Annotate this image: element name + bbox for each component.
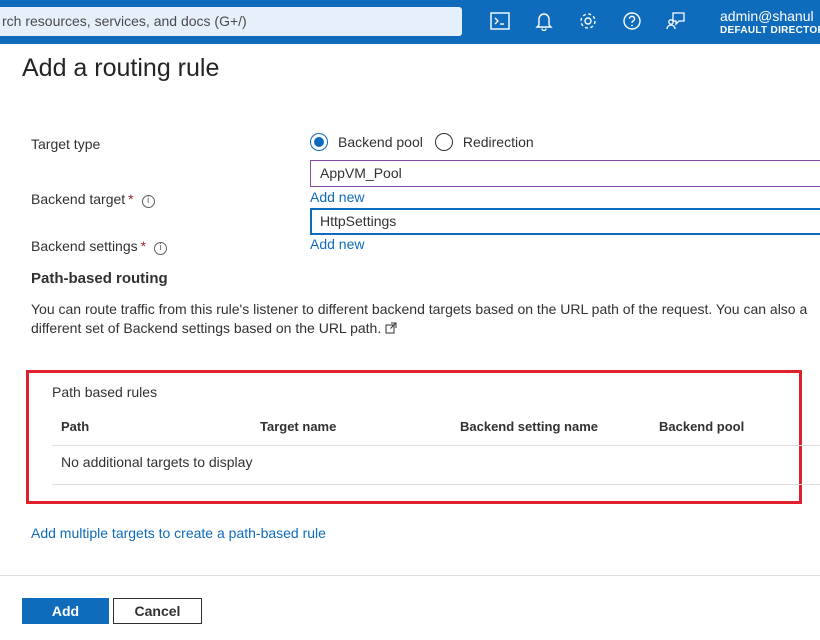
account-name: admin@shanul bbox=[720, 8, 814, 24]
path-routing-description: You can route traffic from this rule's l… bbox=[31, 300, 820, 339]
feedback-icon[interactable] bbox=[663, 8, 689, 34]
required-mark: * bbox=[128, 191, 134, 207]
column-header-backend-pool: Backend pool bbox=[659, 419, 745, 434]
path-routing-description-text: You can route traffic from this rule's l… bbox=[31, 301, 808, 336]
backend-settings-label-text: Backend settings bbox=[31, 238, 138, 254]
radio-backend-pool[interactable] bbox=[310, 133, 328, 151]
backend-target-label: Backend target * i bbox=[31, 191, 155, 208]
account-directory: DEFAULT DIRECTORY bbox=[720, 25, 820, 36]
add-multiple-targets-link[interactable]: Add multiple targets to create a path-ba… bbox=[31, 525, 326, 541]
empty-table-message: No additional targets to display bbox=[61, 454, 253, 470]
backend-settings-add-new-link[interactable]: Add new bbox=[310, 236, 364, 252]
path-routing-heading: Path-based routing bbox=[31, 270, 168, 287]
backend-target-select[interactable]: AppVM_Pool bbox=[310, 160, 820, 187]
column-header-backend-setting-name: Backend setting name bbox=[460, 419, 598, 434]
top-bar: rch resources, services, and docs (G+/) … bbox=[0, 0, 820, 44]
backend-settings-select[interactable]: HttpSettings bbox=[310, 208, 820, 235]
help-icon[interactable] bbox=[619, 8, 645, 34]
radio-backend-pool-label[interactable]: Backend pool bbox=[338, 134, 423, 150]
radio-redirection-label[interactable]: Redirection bbox=[463, 134, 534, 150]
cancel-button[interactable]: Cancel bbox=[113, 598, 202, 624]
page-title: Add a routing rule bbox=[22, 54, 220, 82]
backend-settings-label: Backend settings * i bbox=[31, 238, 168, 255]
info-icon[interactable]: i bbox=[154, 242, 168, 255]
bell-icon[interactable] bbox=[531, 8, 557, 34]
target-type-label: Target type bbox=[31, 136, 101, 152]
account-menu[interactable]: admin@shanul DEFAULT DIRECTORY bbox=[720, 8, 820, 38]
gear-icon[interactable] bbox=[575, 8, 601, 34]
path-rules-title: Path based rules bbox=[52, 384, 158, 400]
backend-target-label-text: Backend target bbox=[31, 191, 126, 207]
footer-divider bbox=[0, 575, 820, 576]
search-input[interactable]: rch resources, services, and docs (G+/) bbox=[0, 7, 462, 36]
table-divider bbox=[52, 445, 820, 446]
external-link-icon[interactable] bbox=[385, 320, 397, 339]
column-header-path: Path bbox=[61, 419, 90, 434]
backend-target-add-new-link[interactable]: Add new bbox=[310, 189, 364, 205]
radio-redirection[interactable] bbox=[434, 133, 453, 151]
add-button[interactable]: Add bbox=[22, 598, 109, 624]
required-mark: * bbox=[140, 238, 147, 254]
table-divider bbox=[52, 484, 820, 485]
cloud-shell-icon[interactable] bbox=[487, 8, 513, 34]
column-header-target-name: Target name bbox=[260, 419, 337, 434]
target-type-radio-group: Backend pool Redirection bbox=[310, 131, 546, 153]
info-icon[interactable]: i bbox=[141, 195, 155, 208]
